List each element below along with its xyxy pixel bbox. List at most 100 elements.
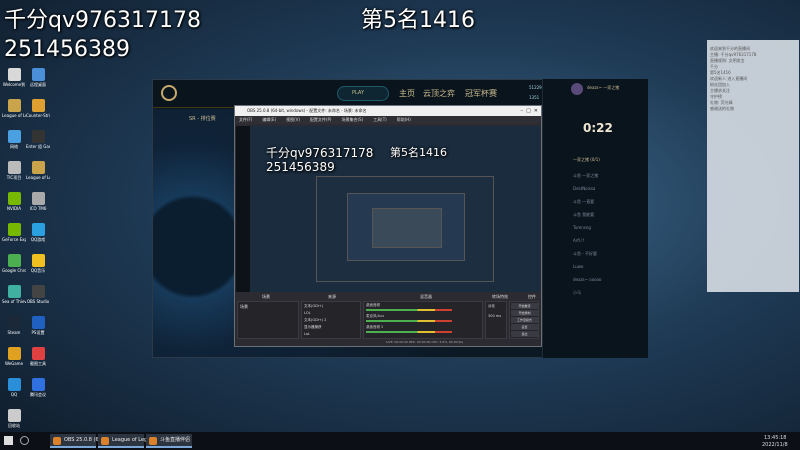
obs-menu-item[interactable]: 帮助(H)	[397, 117, 411, 122]
desktop-icon[interactable]: GeForce Experience	[2, 223, 26, 242]
desktop-icon[interactable]: PS设置	[27, 316, 49, 335]
obs-control-button[interactable]: 设置	[511, 324, 538, 330]
league-logo-icon	[161, 85, 177, 101]
stream-chat-panel[interactable]: 欢迎来到千分的直播间 主播: 千分qv976317178 直播规则: 文明发言 千分第…	[707, 40, 799, 292]
desktop-icon[interactable]: 网络	[3, 130, 25, 149]
nav-home[interactable]: 主页	[399, 88, 415, 99]
desktop-icon[interactable]: Sea of Thieves	[2, 285, 26, 304]
search-icon[interactable]	[20, 436, 29, 445]
desktop-icon[interactable]: Enter 组 Gaming	[26, 130, 50, 149]
scenes-panel[interactable]: 场景	[237, 301, 299, 339]
play-button[interactable]: PLAY	[337, 86, 389, 101]
start-icon[interactable]	[4, 436, 13, 445]
desktop-icon[interactable]: OBS Studio	[27, 285, 49, 304]
obs-control-button[interactable]: 开始录制	[511, 310, 538, 316]
taskbar-time[interactable]: 13:45:18	[764, 435, 786, 441]
maximize-icon[interactable]: □	[526, 106, 531, 116]
app-icon	[31, 316, 45, 329]
desktop-icon[interactable]: Steam	[3, 316, 25, 335]
transition-select[interactable]: 淡化	[488, 304, 495, 309]
desktop-icon[interactable]: 远程桌面	[27, 68, 49, 87]
desktop-icon-label: 截图工具	[30, 361, 46, 366]
desktop-icon[interactable]: 腾讯会议	[27, 378, 49, 397]
source-item[interactable]: LoL	[304, 331, 326, 338]
source-item[interactable]: 文本(GDI+) 2	[304, 317, 326, 324]
desktop-icon-label: Google Chrome	[2, 268, 26, 273]
desktop-icon[interactable]: Counter-Strike Global Off..	[26, 99, 50, 118]
friend-item[interactable]: Luwo	[573, 260, 647, 273]
app-icon	[31, 99, 45, 112]
desktop-icon[interactable]: TIC项目	[3, 161, 25, 180]
obs-menu-item[interactable]: 视图(V)	[286, 117, 300, 122]
desktop-icon[interactable]: QQ	[3, 378, 25, 397]
obs-menu-item[interactable]: 文件(F)	[239, 117, 252, 122]
app-icon	[7, 347, 21, 360]
taskbar-app-league[interactable]: League of Legends	[98, 434, 159, 448]
preview-desktop-strip	[236, 126, 250, 292]
obs-menu-item[interactable]: 工具(T)	[373, 117, 387, 122]
friend-item[interactable]: 斗鱼 我能要	[573, 208, 647, 221]
desktop-icon[interactable]: League of Legends	[2, 99, 26, 118]
taskbar-date[interactable]: 2022/11/8	[762, 442, 788, 448]
scenes-header: 场景	[262, 294, 270, 299]
desktop-icon-label: 远程桌面	[30, 82, 46, 87]
summoner-avatar[interactable]	[571, 83, 583, 95]
desktop-icon[interactable]: 回收站	[3, 409, 25, 428]
mixer-meter-mic	[366, 320, 452, 322]
friend-item[interactable]: 小马	[573, 286, 647, 299]
friend-item[interactable]: 斗鱼 一家之猪	[573, 169, 647, 182]
desktop-icon-label: ICO TM6	[29, 206, 47, 211]
desktop-icon[interactable]: Welcome到	[3, 68, 25, 87]
friend-item[interactable]: DestNoissa	[573, 182, 647, 195]
source-item[interactable]: 显示器捕获	[304, 324, 326, 331]
transitions-panel[interactable]: 淡化 300 ms	[485, 301, 507, 339]
obs-control-button[interactable]: 开始推流	[511, 303, 538, 309]
desktop-icon[interactable]: QQ游戏	[27, 223, 49, 242]
friend-item[interactable]: 斗鱼 - 不好要	[573, 247, 647, 260]
desktop-icon-label: 腾讯会议	[30, 392, 46, 397]
sources-panel[interactable]: 文本(GDI+) LOL 文本(GDI+) 2 显示器捕获 LoL	[301, 301, 361, 339]
obs-control-button[interactable]: 工作室模式	[511, 317, 538, 323]
nav-clash[interactable]: 冠军杯赛	[465, 88, 497, 99]
friends-group[interactable]: 一家之猪 (0/1)	[573, 157, 600, 163]
desktop-icon[interactable]: NVIDIA	[3, 192, 25, 211]
friend-item[interactable]: Tumnsng	[573, 221, 647, 234]
desktop-icon-label: 回收站	[8, 423, 20, 428]
nav-tft[interactable]: 云顶之弈	[423, 88, 455, 99]
friend-item[interactable]: Arfl.!!	[573, 234, 647, 247]
obs-menu-item[interactable]: 编辑(E)	[262, 117, 276, 122]
obs-menu-item[interactable]: 场景集合(S)	[341, 117, 363, 122]
app-icon	[7, 285, 21, 298]
desktop-icon[interactable]: 截图工具	[27, 347, 49, 366]
obs-window[interactable]: OBS 25.0.8 (64-bit, windows) - 配置文件: 未命名…	[234, 105, 542, 347]
play-button-label: PLAY	[352, 90, 365, 96]
friend-item[interactable]: 斗鱼 一直要	[573, 195, 647, 208]
mixer-track-mic: 麦克风/Aux	[366, 314, 385, 318]
taskbar-app-douyu[interactable]: 斗鱼直播伴侣	[146, 434, 192, 448]
controls-list: 开始推流 开始录制 工作室模式 设置 退出	[511, 303, 538, 338]
obs-menubar: 文件(F) 编辑(E) 视图(V) 配置文件(P) 场景集合(S) 工具(T) 帮助(H)	[235, 116, 541, 124]
taskbar-app-obs[interactable]: OBS 25.0.8 (64-bit, w...	[50, 434, 122, 448]
desktop-icon[interactable]: Google Chrome	[2, 254, 26, 273]
desktop-icon[interactable]: WeGame	[3, 347, 25, 366]
mixer-panel[interactable]: 桌面音频 麦克风/Aux 桌面音频 2	[363, 301, 483, 339]
source-item[interactable]: LOL	[304, 310, 326, 317]
controls-panel[interactable]: 开始推流 开始录制 工作室模式 设置 退出	[509, 301, 539, 339]
scene-item[interactable]: 场景	[240, 304, 248, 310]
obs-control-button[interactable]: 退出	[511, 331, 538, 337]
blue-essence: 51229	[529, 85, 542, 90]
app-icon	[31, 223, 45, 236]
desktop-icon[interactable]: League of Legends	[26, 161, 50, 180]
preview-overlay-qq-text: 千分qv976317178	[266, 146, 374, 160]
friend-item[interactable]: deazs~ ooooo	[573, 273, 647, 286]
transition-duration[interactable]: 300 ms	[488, 314, 501, 318]
minimize-icon[interactable]: –	[521, 106, 524, 116]
close-icon[interactable]: ✕	[534, 106, 538, 116]
obs-preview[interactable]: 千分qv976317178 251456389 第5名1416	[236, 126, 540, 292]
app-icon	[7, 316, 21, 329]
desktop-icon[interactable]: QQ音乐	[27, 254, 49, 273]
desktop-icon[interactable]: ICO TM6	[27, 192, 49, 211]
source-item[interactable]: 文本(GDI+)	[304, 303, 326, 310]
desktop-icon-label: League of Legends	[2, 113, 26, 118]
obs-menu-item[interactable]: 配置文件(P)	[310, 117, 332, 122]
